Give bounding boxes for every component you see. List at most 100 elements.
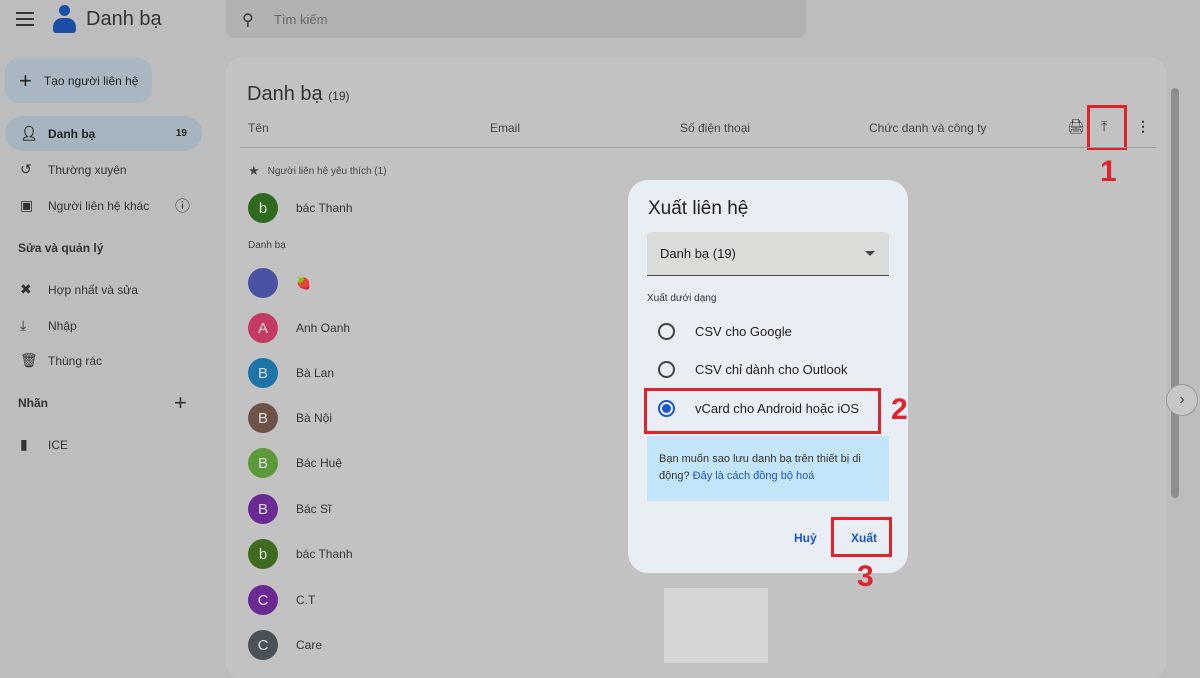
contact-row[interactable]: B Bác Sĩ <box>248 494 331 524</box>
manage-heading: Sửa và quản lý <box>18 241 104 255</box>
avatar: A <box>248 313 278 343</box>
dropdown-arrow-icon <box>865 251 875 261</box>
contact-row[interactable]: B Bác Huệ <box>248 448 342 478</box>
sidebar-item-label: Thùng rác <box>48 353 103 368</box>
page-title: Danh bạ (19) <box>247 83 350 106</box>
contact-row[interactable]: b bác Thanh <box>248 193 353 223</box>
radio-label: CSV chỉ dành cho Outlook <box>695 362 848 377</box>
contact-row[interactable]: A Anh Oanh <box>248 313 350 343</box>
search-icon: ⚲ <box>242 12 254 29</box>
main-menu-icon[interactable] <box>16 12 34 26</box>
print-icon[interactable]: 🖨︎ <box>1067 118 1085 135</box>
sidebar-item-label: Danh bạ <box>48 126 96 141</box>
person-icon: 👤︎ <box>20 125 38 141</box>
plus-icon: + <box>19 67 32 93</box>
column-job: Chức danh và công ty <box>869 121 987 135</box>
labels-heading: Nhãn <box>18 396 48 410</box>
contact-name: Bác Huệ <box>296 456 343 470</box>
more-options-icon[interactable]: ⋮ <box>1136 118 1150 135</box>
sidebar-item-label: ICE <box>48 437 69 452</box>
annotation-box-3 <box>831 517 892 557</box>
annotation-box-2 <box>644 388 881 434</box>
contact-row[interactable]: b bác Thanh <box>248 539 353 569</box>
scrollbar[interactable] <box>1171 88 1179 498</box>
sidebar-item-frequent[interactable]: ↺ Thường xuyên <box>5 152 202 187</box>
avatar: b <box>248 193 278 223</box>
contact-name: Care <box>296 638 323 652</box>
annotation-number-1: 1 <box>1100 155 1117 188</box>
sync-help-link[interactable]: Đây là cách đồng bộ hoá <box>693 470 815 482</box>
sidebar-item-label: Thường xuyên <box>48 162 127 177</box>
contact-row[interactable]: C C.T <box>248 585 315 615</box>
column-email: Email <box>490 121 521 135</box>
contact-row[interactable]: B Bà Lan <box>248 358 334 388</box>
contact-name: Anh Oanh <box>296 321 351 335</box>
sidebar-item-trash[interactable]: 🗑︎ Thùng rác <box>5 343 202 378</box>
sidebar-item-import[interactable]: ⤓ Nhập <box>5 308 202 343</box>
avatar <box>248 268 278 298</box>
contact-row[interactable]: B Bà Nội <box>248 403 332 433</box>
sidebar-item-label: Hợp nhất và sửa <box>48 282 138 297</box>
add-label-icon[interactable]: + <box>174 390 187 416</box>
title-text: Danh bạ <box>247 83 323 105</box>
sidebar-label-ice[interactable]: ▮ ICE <box>5 427 202 462</box>
sidebar-item-merge[interactable]: ✖ Hợp nhất và sửa <box>5 272 202 307</box>
contact-name: Bà Nội <box>296 411 333 425</box>
avatar: B <box>248 403 278 433</box>
column-name: Tên <box>248 121 269 135</box>
radio-label: CSV cho Google <box>695 324 792 339</box>
annotation-number-2: 2 <box>891 393 908 426</box>
export-dialog: Xuất liên hệ Danh bạ (19) Xuất dưới dạng… <box>628 180 908 573</box>
archive-icon: ▣ <box>20 197 34 213</box>
contact-row[interactable]: C Care <box>248 630 322 660</box>
info-icon[interactable]: ⓘ <box>175 195 190 216</box>
contacts-select[interactable]: Danh bạ (19) <box>647 232 889 276</box>
expand-panel-button[interactable]: › <box>1166 384 1198 416</box>
search-input[interactable]: ⚲ Tìm kiếm <box>226 0 806 38</box>
contacts-heading: Danh bạ <box>248 240 286 251</box>
annotation-number-3: 3 <box>857 560 874 593</box>
contact-name: Bác Sĩ <box>296 502 332 516</box>
sidebar-item-contacts[interactable]: 👤︎ Danh bạ 19 <box>5 116 202 151</box>
select-value: Danh bạ (19) <box>660 246 736 261</box>
avatar: B <box>248 358 278 388</box>
avatar: B <box>248 494 278 524</box>
annotation-box-1 <box>1087 105 1127 150</box>
history-icon: ↺ <box>20 161 32 177</box>
cancel-button[interactable]: Huỷ <box>794 531 817 545</box>
column-phone: Số điện thoại <box>680 121 751 135</box>
sidebar-item-label: Nhập <box>48 318 77 333</box>
create-contact-button[interactable]: + Tạo người liên hệ <box>5 58 152 103</box>
avatar: B <box>248 448 278 478</box>
contact-name: C.T <box>296 593 316 607</box>
star-icon: ★ <box>248 163 260 178</box>
sync-info-box: Bạn muốn sao lưu danh bạ trên thiết bị d… <box>647 436 889 501</box>
dialog-title: Xuất liên hệ <box>648 198 749 219</box>
search-placeholder: Tìm kiếm <box>274 12 328 27</box>
contact-name: 🍓 <box>296 276 311 290</box>
radio-circle[interactable] <box>658 361 675 378</box>
contacts-count: 19 <box>175 128 187 139</box>
avatar: C <box>248 585 278 615</box>
contact-row[interactable]: 🍓 <box>248 268 311 298</box>
favorites-heading-text: Người liên hệ yêu thích (1) <box>267 165 387 177</box>
avatar: C <box>248 630 278 660</box>
placeholder-block <box>664 588 768 663</box>
contact-name: bác Thanh <box>296 547 353 561</box>
title-count: (19) <box>328 89 350 103</box>
download-icon: ⤓ <box>20 317 27 333</box>
header-divider <box>240 147 1156 148</box>
favorites-heading: ★ Người liên hệ yêu thích (1) <box>248 163 387 179</box>
trash-icon: 🗑︎ <box>20 352 38 368</box>
sidebar-item-label: Người liên hệ khác <box>48 198 150 213</box>
contacts-logo-icon <box>52 5 76 33</box>
tools-icon: ✖ <box>20 281 32 297</box>
radio-csv-google[interactable]: CSV cho Google <box>658 323 792 340</box>
sidebar-item-other-contacts[interactable]: ▣ Người liên hệ khác ⓘ <box>5 188 202 223</box>
format-label: Xuất dưới dạng <box>647 293 717 304</box>
radio-csv-outlook[interactable]: CSV chỉ dành cho Outlook <box>658 361 847 378</box>
app-title: Danh bạ <box>86 8 162 30</box>
create-contact-label: Tạo người liên hệ <box>43 73 139 88</box>
contact-name: Bà Lan <box>296 366 335 380</box>
radio-circle[interactable] <box>658 323 675 340</box>
